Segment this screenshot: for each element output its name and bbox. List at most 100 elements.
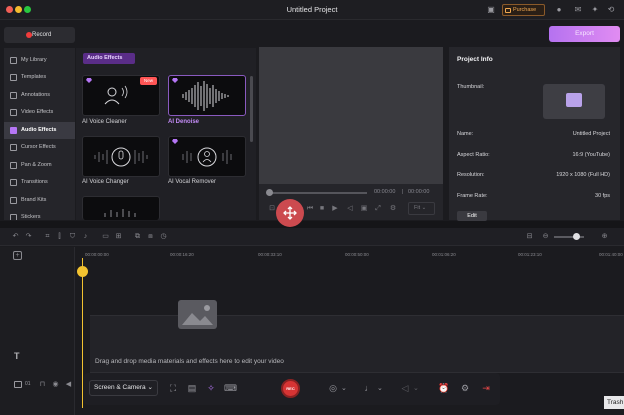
sidebar-item-templates[interactable]: Templates [4,69,75,86]
waveform-icon [104,209,136,217]
text-box-icon[interactable]: ⊞ [114,232,123,241]
fit-label: Fit [414,205,421,211]
audio-effects-icon [10,127,17,134]
info-key: Name: [457,131,474,137]
sidebar-item-label: Annotations [21,92,51,98]
fullscreen-icon[interactable]: ⤢ [374,205,382,213]
sidebar-item-transitions[interactable]: Transitions [4,174,75,191]
edit-project-button[interactable]: Edit [457,211,487,221]
info-value: Untitled Project [572,131,610,137]
fit-dropdown[interactable]: Fit ⌄ [408,202,435,215]
chevron-down-icon[interactable]: ⌄ [377,384,383,392]
effect-label: AI Denoise [168,119,200,125]
settings-icon[interactable]: ⚙ [389,205,397,213]
playhead-handle[interactable] [77,266,88,277]
playhead-line[interactable] [82,258,83,408]
sidebar-item-audio-effects[interactable]: Audio Effects [4,122,75,139]
undo-icon[interactable]: ↶ [11,232,20,241]
panel-divider[interactable] [0,221,624,228]
shield-icon[interactable]: ⛉ [68,232,77,241]
sidebar-item-my-library[interactable]: My Library [4,52,75,69]
crop-icon[interactable]: ⊡ [268,205,276,213]
webcam-icon[interactable]: ◎ [327,382,339,394]
progress-knob[interactable] [266,189,273,196]
visibility-icon[interactable]: ◉ [51,380,60,389]
split-icon[interactable]: ⫿ [55,232,64,241]
region-icon[interactable]: ⛶ [167,382,179,394]
microphone-icon[interactable]: ♩ [363,382,375,394]
redo-icon[interactable]: ↷ [24,232,33,241]
sidebar-item-cursor-effects[interactable]: Cursor Effects [4,139,75,156]
sidebar-item-pan-zoom[interactable]: Pan & Zoom [4,157,75,174]
record-button[interactable]: Record [4,27,75,43]
keyboard-icon[interactable]: ⌨ [224,382,237,394]
group-icon[interactable]: ⧉ [133,232,142,241]
layout-icon[interactable]: ▣ [486,5,496,15]
info-key: Frame Rate: [457,193,488,199]
text-track-icon[interactable]: T [14,351,20,361]
mute-icon[interactable]: ◀ [64,380,73,389]
video-track-icon [14,381,22,388]
rec-button[interactable]: REC [281,379,300,398]
ai-sparkle-icon[interactable]: ✧ [205,382,217,394]
section-tag: Audio Effects [83,53,135,64]
sticker-icon [10,214,17,220]
sidebar-item-brand-kits[interactable]: Brand Kits [4,192,75,209]
zoom-slider-knob[interactable] [573,233,580,240]
play-icon[interactable]: ▶ [331,205,339,213]
sidebar-item-label: Pan & Zoom [21,162,52,168]
sidebar-item-label: My Library [21,57,47,63]
new-badge: New [140,77,157,85]
export-button[interactable]: Export [549,26,620,42]
settings-icon[interactable]: ⚙ [459,382,471,394]
avatar[interactable]: ● [554,5,564,15]
zoom-in-icon[interactable]: ⊕ [600,232,609,241]
effect-card-partial[interactable] [82,196,160,220]
microphone-icon [94,147,148,167]
screenshot-icon[interactable]: ▣ [360,205,368,213]
stop-icon[interactable]: ■ [318,205,326,213]
edit-thumbnail-icon [566,93,582,107]
project-info-heading: Project Info [457,56,493,63]
chevron-down-icon[interactable]: ⌄ [413,384,419,392]
fit-timeline-icon[interactable]: ⊟ [525,232,534,241]
effect-card-vocal-remover[interactable] [168,136,246,177]
move-handle-button[interactable] [276,199,304,227]
sidebar-item-stickers[interactable]: Stickers [4,209,75,220]
gift-icon[interactable]: ✦ [590,5,600,15]
exit-icon[interactable]: ⇥ [480,382,492,394]
trash-label: Trash [604,396,624,409]
effect-label: AI Vocal Remover [168,179,217,185]
effect-card-denoise[interactable] [168,75,246,116]
sidebar: My Library Templates Annotations Video E… [4,48,75,220]
add-track-icon[interactable]: + [13,251,22,260]
window-icon[interactable]: ▤ [186,382,198,394]
crop-tool-icon[interactable]: ⌗ [43,232,52,241]
progress-track[interactable] [267,192,367,194]
sidebar-item-video-effects[interactable]: Video Effects [4,104,75,121]
lock-icon[interactable]: ⊓ [38,380,47,389]
speaker-icon[interactable]: ◁ [399,382,411,394]
effects-scrollbar[interactable] [250,76,253,142]
mic-icon[interactable]: ♪ [81,232,90,241]
info-value: 1920 x 1080 (Full HD) [556,172,610,178]
marker-icon[interactable]: ⧈ [146,232,155,241]
volume-icon[interactable]: ◁ [346,205,354,213]
mail-icon[interactable]: ✉ [573,5,583,15]
refresh-icon[interactable]: ⟲ [606,5,616,15]
effect-card-voice-changer[interactable] [82,136,160,177]
skip-back-icon[interactable]: ⏮ [306,205,314,213]
screen-camera-select[interactable]: Screen & Camera ⌄ [89,380,158,396]
transitions-icon [10,179,17,186]
timer-icon[interactable]: ◷ [159,232,168,241]
ruler-tick: 00:00:00:00 [85,252,109,257]
chevron-down-icon[interactable]: ⌄ [341,384,347,392]
alarm-icon[interactable]: ⏰ [438,382,450,394]
sidebar-item-label: Audio Effects [21,127,57,133]
sidebar-item-label: Stickers [21,214,41,220]
sidebar-item-annotations[interactable]: Annotations [4,87,75,104]
caption-icon[interactable]: ▭ [101,232,110,241]
zoom-icon [10,162,17,169]
track-header-column [0,247,75,415]
zoom-out-icon[interactable]: ⊖ [541,232,550,241]
